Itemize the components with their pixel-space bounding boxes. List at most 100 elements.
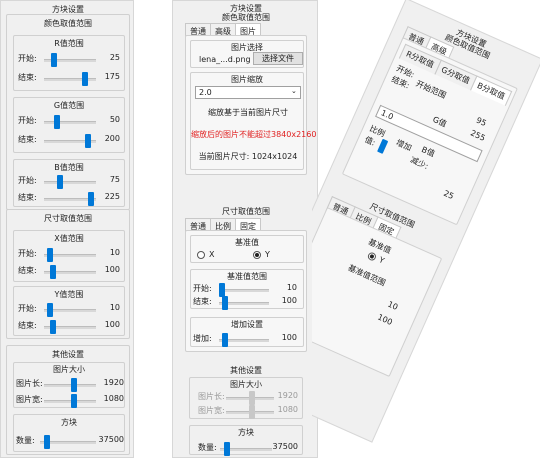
b-end-thumb[interactable] — [88, 192, 94, 206]
other-group-title: 其他设置 — [230, 366, 262, 375]
base-end-value: 100 — [281, 296, 297, 305]
y-range-group: Y值范围 开始: 10 结束: 100 — [13, 286, 125, 336]
r-range-group: R值范围 开始: 25 结束: 175 — [13, 35, 125, 91]
g-start-thumb[interactable] — [54, 115, 60, 129]
g-label: G值 — [431, 114, 448, 129]
panel-rotated-clip: 方块设置 颜色取值范围 普通 高级 R分取值 G分取值 B分取值 开始: 结束:… — [312, 0, 540, 458]
r-end-value: 175 — [104, 72, 120, 81]
tab-b[interactable]: B分取值 — [469, 75, 513, 107]
b-start-slider[interactable] — [44, 181, 96, 184]
value-10: 10 — [386, 299, 400, 312]
r-start-thumb[interactable] — [51, 53, 57, 67]
block-title: 方块 — [61, 418, 77, 427]
start-label: 开始: — [18, 304, 37, 313]
base-end-thumb[interactable] — [222, 296, 228, 310]
g-start-slider[interactable] — [44, 121, 96, 124]
x-range-title: X值范围 — [54, 234, 84, 243]
other-settings-group: 其他设置 图片大小 图片长: 1920 图片宽: 1080 方块 数量: 375… — [6, 345, 130, 455]
b-end-value: 225 — [104, 192, 120, 201]
chevron-down-icon[interactable]: ⌄ — [291, 87, 297, 95]
x-range-group: X值范围 开始: 10 结束: 100 — [13, 230, 125, 282]
count-thumb[interactable] — [224, 442, 230, 456]
group-title: 尺寸取值范围 — [44, 214, 92, 223]
panel-basic: 方块设置 颜色取值范围 R值范围 开始: 25 结束: 175 G值范围 开始:… — [0, 0, 134, 458]
count-value: 37500 — [272, 442, 298, 451]
b-range-group: B值范围 开始: 75 结束: 225 — [13, 159, 125, 207]
value-25: 25 — [442, 188, 456, 202]
width-slider[interactable] — [44, 384, 96, 387]
base-value-group: 基准值 X Y — [190, 235, 304, 263]
size-group-title: 尺寸取值范围 — [222, 207, 270, 216]
r-end-slider[interactable] — [44, 78, 96, 81]
height-label: 图片宽: — [16, 395, 43, 404]
count-value: 37500 — [98, 435, 124, 444]
advanced-tab-content: R分取值 G分取值 B分取值 开始: 结束: 开始范围 95 G值 255 1.… — [341, 37, 518, 226]
count-thumb[interactable] — [44, 435, 50, 449]
end-label: 结束: — [18, 135, 37, 144]
g-end-thumb[interactable] — [85, 134, 91, 148]
image-size-group: 图片大小 图片长: 1920 图片宽: 1080 — [13, 362, 125, 408]
fixed-tab-content: 基准值 X Y 基准值范围 开始: 10 结束: 100 增加设置 增加: 10… — [185, 230, 307, 352]
block-title: 方块 — [238, 428, 254, 437]
image-scale-title: 图片缩放 — [231, 75, 263, 84]
g-range-title: G值范围 — [53, 101, 85, 110]
height-label: 图片宽: — [198, 406, 225, 415]
image-select-group: 图片选择 lena_...d.png 选择文件 — [190, 40, 304, 68]
increment-group: 增加设置 增加: 100 — [190, 317, 304, 347]
g-value: 255 — [469, 128, 487, 143]
radio-x-label: X — [209, 250, 215, 259]
y-start-thumb[interactable] — [47, 303, 53, 317]
base-value-title: 基准值 — [235, 238, 259, 247]
width-thumb[interactable] — [71, 378, 77, 392]
y-end-thumb[interactable] — [50, 320, 56, 334]
color-range-group: 颜色取值范围 R值范围 开始: 25 结束: 175 G值范围 开始: 50 结… — [6, 14, 130, 210]
radio-x[interactable] — [197, 251, 205, 259]
height-thumb[interactable] — [71, 394, 77, 408]
r-end-thumb[interactable] — [82, 72, 88, 86]
choose-file-button[interactable]: 选择文件 — [253, 52, 303, 65]
width-label: 图片长: — [198, 392, 225, 401]
x-start-thumb[interactable] — [47, 248, 53, 262]
scale-warning: 缩放后的图片不能超过3840x2160 — [191, 130, 317, 139]
file-name: lena_...d.png — [199, 55, 251, 64]
start-label: 开始: — [18, 54, 37, 63]
start-label: 开始: — [18, 116, 37, 125]
x-start-value: 10 — [109, 248, 120, 257]
base-start-value: 10 — [286, 283, 297, 292]
image-scale-group: 图片缩放 2.0 ⌄ 缩放基于当前图片尺寸 缩放后的图片不能超过3840x216… — [190, 72, 317, 170]
g-end-value: 200 — [104, 134, 120, 143]
height-value: 1080 — [277, 405, 298, 414]
group-title: 颜色取值范围 — [44, 19, 92, 28]
count-label: 数量: — [198, 443, 217, 452]
image-size-title: 图片大小 — [230, 380, 262, 389]
group-title: 其他设置 — [52, 350, 84, 359]
start-label: 开始: — [18, 249, 37, 258]
base-start-slider[interactable] — [219, 289, 269, 292]
x-end-thumb[interactable] — [50, 265, 56, 279]
y-end-value: 100 — [104, 320, 120, 329]
height-slider[interactable] — [44, 400, 96, 403]
end-label: 结束: — [18, 73, 37, 82]
scale-select[interactable]: 2.0 — [195, 86, 301, 99]
end-label: 结束: — [193, 297, 212, 306]
b-range-title: B值范围 — [54, 163, 84, 172]
image-size-group: 图片大小 图片长: 1920 图片宽: 1080 — [189, 377, 303, 419]
end-label: 结束: — [18, 321, 37, 330]
height-thumb — [249, 405, 255, 419]
value-95: 95 — [474, 115, 488, 128]
count-label: 数量: — [16, 436, 35, 445]
b-label: B值 — [420, 144, 437, 159]
size-range-group: 尺寸取值范围 X值范围 开始: 10 结束: 100 Y值范围 开始: 10 结… — [6, 209, 130, 339]
add-thumb[interactable] — [222, 333, 228, 347]
radio-y[interactable] — [366, 251, 378, 262]
ratio-thumb[interactable] — [377, 138, 389, 154]
width-thumb — [249, 391, 255, 405]
block-group: 方块 数量: 37500 — [189, 425, 303, 456]
radio-y[interactable] — [253, 251, 261, 259]
group-title: 颜色取值范围 — [222, 13, 270, 22]
g-range-group: G值范围 开始: 50 结束: 200 — [13, 97, 125, 153]
base-start-thumb[interactable] — [219, 283, 225, 297]
base-range-title: 基准值范围 — [227, 272, 267, 281]
add-value: 100 — [281, 333, 297, 342]
b-start-thumb[interactable] — [57, 175, 63, 189]
